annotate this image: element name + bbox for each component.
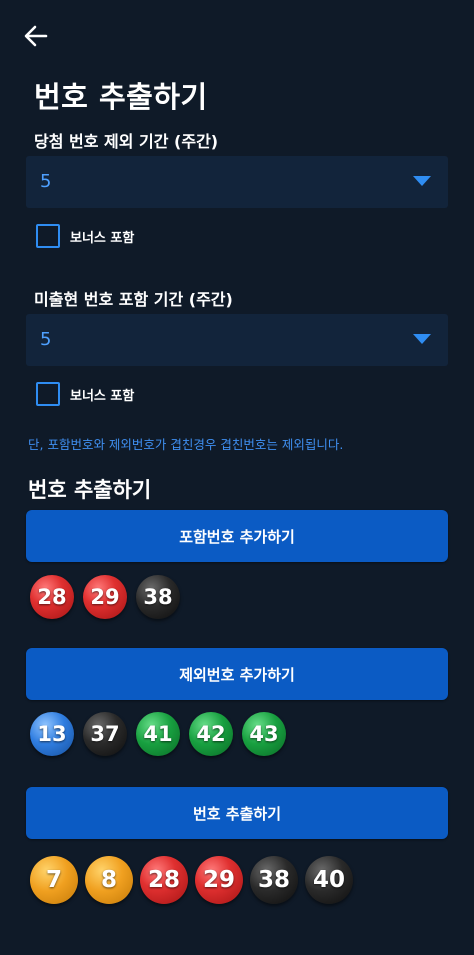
win-exclusion-bonus-label: 보너스 포함 [70,230,135,246]
include-numbers: 28 29 38 [30,575,189,619]
result-numbers: 7 8 28 29 38 40 [30,856,360,904]
number-ball: 43 [242,712,286,756]
number-ball: 38 [136,575,180,619]
unreleased-inclusion-bonus-checkbox[interactable] [36,382,60,406]
number-ball: 41 [136,712,180,756]
number-ball: 37 [83,712,127,756]
unreleased-inclusion-label: 미출현 번호 포함 기간 (주간) [34,290,233,309]
add-exclude-button[interactable]: 제외번호 추가하기 [26,648,448,700]
back-button[interactable] [22,22,50,50]
extract-numbers-button[interactable]: 번호 추출하기 [26,787,448,839]
unreleased-inclusion-bonus-toggle[interactable]: 보너스 포함 [36,382,134,406]
win-exclusion-select[interactable]: 5 [26,156,448,208]
arrow-left-icon [24,25,48,47]
number-ball: 42 [189,712,233,756]
number-ball: 29 [195,856,243,904]
number-ball: 38 [250,856,298,904]
number-ball: 8 [85,856,133,904]
section-title: 번호 추출하기 [28,478,152,502]
number-ball: 28 [30,575,74,619]
add-include-button[interactable]: 포함번호 추가하기 [26,510,448,562]
number-ball: 40 [305,856,353,904]
unreleased-inclusion-bonus-label: 보너스 포함 [70,388,135,404]
dropdown-arrow-icon [413,334,431,344]
overlap-notice: 단, 포함번호와 제외번호가 겹친경우 겹친번호는 제외됩니다. [28,437,344,452]
exclude-numbers: 13 37 41 42 43 [30,712,295,756]
win-exclusion-label: 당첨 번호 제외 기간 (주간) [34,132,219,151]
unreleased-inclusion-select[interactable]: 5 [26,314,448,366]
page-title: 번호 추출하기 [34,80,208,114]
win-exclusion-bonus-checkbox[interactable] [36,224,60,248]
number-ball: 29 [83,575,127,619]
number-ball: 28 [140,856,188,904]
number-ball: 13 [30,712,74,756]
dropdown-arrow-icon [413,176,431,186]
win-exclusion-value: 5 [40,171,52,192]
number-ball: 7 [30,856,78,904]
win-exclusion-bonus-toggle[interactable]: 보너스 포함 [36,224,134,248]
unreleased-inclusion-value: 5 [40,329,52,350]
